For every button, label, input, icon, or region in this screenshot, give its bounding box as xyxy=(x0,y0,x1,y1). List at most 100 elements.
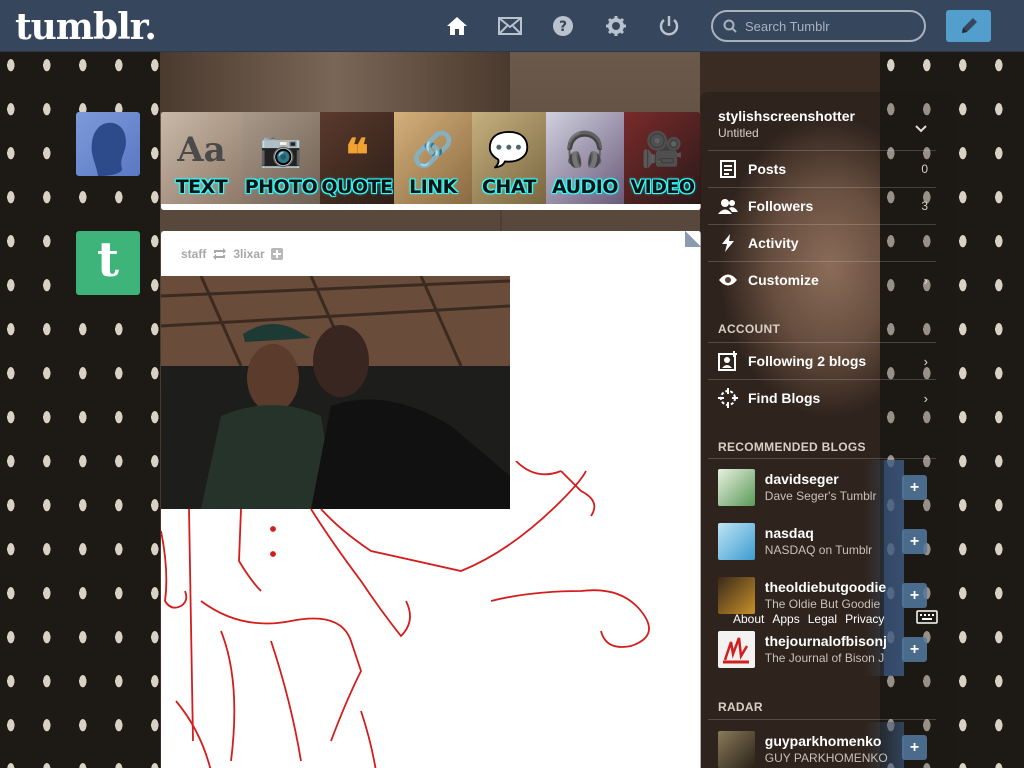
blog-avatar[interactable] xyxy=(718,468,755,506)
mail-icon[interactable] xyxy=(496,12,524,40)
recommended-blog-description: The Oldie But Goodie xyxy=(764,597,881,611)
sidebar-item-followers[interactable]: Followers 3 xyxy=(708,187,936,224)
follow-plus-icon[interactable]: + xyxy=(902,583,927,608)
tumblr-logo[interactable]: tumblr. xyxy=(15,6,157,48)
sidebar-item-posts[interactable]: Posts 0 xyxy=(708,150,936,187)
footer-link-legal[interactable]: Legal xyxy=(808,612,837,626)
footer-link-privacy[interactable]: Privacy xyxy=(845,612,884,626)
account-heading: ACCOUNT xyxy=(718,322,781,336)
activity-icon xyxy=(708,234,748,252)
radar-blog-name[interactable]: guyparkhomenko xyxy=(765,733,904,749)
posts-icon xyxy=(708,160,748,178)
recommended-blog-item[interactable]: davidseger Dave Seger's Tumblr xyxy=(708,460,904,514)
sidebar-item-count: 0 xyxy=(921,162,928,176)
blog-avatar[interactable] xyxy=(718,730,755,768)
sidebar-item-following[interactable]: Following 2 blogs › xyxy=(708,342,936,379)
recommended-blog-name[interactable]: theoldiebutgoodie xyxy=(765,579,904,595)
post-type-audio[interactable]: 🎧 AUDIO xyxy=(546,112,624,204)
recommended-blog-item[interactable]: nasdaq NASDAQ on Tumblr xyxy=(708,514,904,568)
blog-avatar[interactable] xyxy=(718,630,755,668)
video-camera-icon: 🎥 xyxy=(641,131,684,169)
chevron-right-icon: › xyxy=(923,272,928,288)
blog-avatar[interactable] xyxy=(718,522,755,560)
post-type-label: PHOTO xyxy=(244,176,318,198)
radar-blog-item[interactable]: guyparkhomenko GUY PARKHOMENKO xyxy=(708,722,904,768)
compose-button[interactable] xyxy=(946,10,991,42)
sidebar-item-activity[interactable]: Activity xyxy=(708,224,936,261)
recommended-blog-description: The Journal of Bison J xyxy=(764,651,885,665)
recommended-blog-name[interactable]: nasdaq xyxy=(765,525,904,541)
dashboard-post: staff 3lixar xyxy=(161,231,701,768)
follow-plus-icon[interactable]: + xyxy=(902,637,927,662)
help-icon[interactable]: ? xyxy=(549,12,577,40)
background-tile-top xyxy=(160,52,510,112)
follow-plus-icon[interactable]: + xyxy=(902,529,927,554)
footer-link-about[interactable]: About xyxy=(733,612,764,626)
footer-links: About Apps Legal Privacy xyxy=(733,612,903,626)
user-avatar[interactable] xyxy=(76,112,140,176)
text-post-icon: Aa xyxy=(177,130,226,170)
post-type-label: TEXT xyxy=(175,176,228,198)
search-input[interactable] xyxy=(745,18,915,34)
blog-avatar[interactable] xyxy=(718,576,755,614)
post-type-photo[interactable]: 📷 PHOTO xyxy=(242,112,320,204)
svg-text:?: ? xyxy=(559,19,567,35)
post-type-chat[interactable]: 💬 CHAT xyxy=(472,112,546,204)
sidebar-item-find-blogs[interactable]: Find Blogs › xyxy=(708,379,936,416)
follow-plus-icon[interactable] xyxy=(270,248,283,260)
follow-plus-icon[interactable]: + xyxy=(902,735,927,760)
post-type-text[interactable]: Aa TEXT xyxy=(161,112,242,204)
post-type-video[interactable]: 🎥 VIDEO xyxy=(624,112,701,204)
post-type-link[interactable]: 🔗 LINK xyxy=(394,112,472,204)
chat-icon: 💬 xyxy=(487,131,531,169)
search-box[interactable] xyxy=(711,10,926,42)
sidebar-item-label: Find Blogs xyxy=(748,390,821,406)
find-blogs-icon xyxy=(708,388,748,408)
tumblr-t-icon: t xyxy=(96,232,120,288)
chevron-right-icon: › xyxy=(923,353,928,369)
post-type-quote[interactable]: ❝ QUOTE xyxy=(320,112,394,204)
top-navigation-bar: tumblr. ? xyxy=(0,0,1024,52)
blog-name[interactable]: stylishscreenshotter xyxy=(718,108,936,124)
chevron-down-icon[interactable] xyxy=(915,120,927,136)
sidebar-item-customize[interactable]: Customize › xyxy=(708,261,936,298)
quote-icon: ❝ xyxy=(345,131,369,180)
post-type-bar: Aa TEXT 📷 PHOTO ❝ QUOTE 🔗 LINK 💬 CHAT 🎧 … xyxy=(161,112,701,210)
radar-blog-description: GUY PARKHOMENKO xyxy=(764,751,888,765)
sidebar-item-label: Customize xyxy=(748,272,819,288)
recommended-blog-name[interactable]: thejournalofbisonj xyxy=(765,633,904,649)
sidebar-item-label: Posts xyxy=(748,161,787,177)
post-type-label: VIDEO xyxy=(630,176,695,198)
follow-plus-icon[interactable]: + xyxy=(902,475,927,500)
chevron-right-icon: › xyxy=(923,390,928,406)
post-author-link[interactable]: staff xyxy=(181,247,206,261)
default-avatar-silhouette-icon xyxy=(91,122,126,176)
post-corner-fold xyxy=(685,231,701,247)
recommended-blog-name[interactable]: davidseger xyxy=(765,471,904,487)
keyboard-icon[interactable] xyxy=(916,610,938,629)
radar-heading: RADAR xyxy=(718,700,763,714)
camera-icon: 📷 xyxy=(259,131,303,169)
reblog-source-link[interactable]: 3lixar xyxy=(233,247,264,261)
post-type-label: AUDIO xyxy=(551,176,619,198)
blog-header[interactable]: stylishscreenshotter Untitled xyxy=(718,108,936,140)
staff-avatar[interactable]: t xyxy=(76,231,140,295)
blog-subtitle: Untitled xyxy=(718,126,759,140)
sidebar-item-count: 3 xyxy=(921,199,928,213)
power-icon[interactable] xyxy=(655,12,683,40)
reblog-icon xyxy=(213,248,227,260)
gear-icon[interactable] xyxy=(602,12,630,40)
link-icon: 🔗 xyxy=(411,131,455,169)
followers-icon xyxy=(708,198,748,214)
following-icon xyxy=(708,351,748,371)
footer-link-apps[interactable]: Apps xyxy=(772,612,799,626)
recommended-blog-item[interactable]: thejournalofbisonj The Journal of Bison … xyxy=(708,622,904,676)
divider xyxy=(708,458,936,459)
home-icon[interactable] xyxy=(443,12,471,40)
recommended-blog-description: NASDAQ on Tumblr xyxy=(764,543,873,557)
post-type-label: QUOTE xyxy=(321,176,393,198)
sidebar-item-label: Activity xyxy=(748,235,799,251)
recommended-blog-description: Dave Seger's Tumblr xyxy=(764,489,877,503)
eye-icon xyxy=(708,273,748,287)
post-type-label: LINK xyxy=(409,176,457,198)
